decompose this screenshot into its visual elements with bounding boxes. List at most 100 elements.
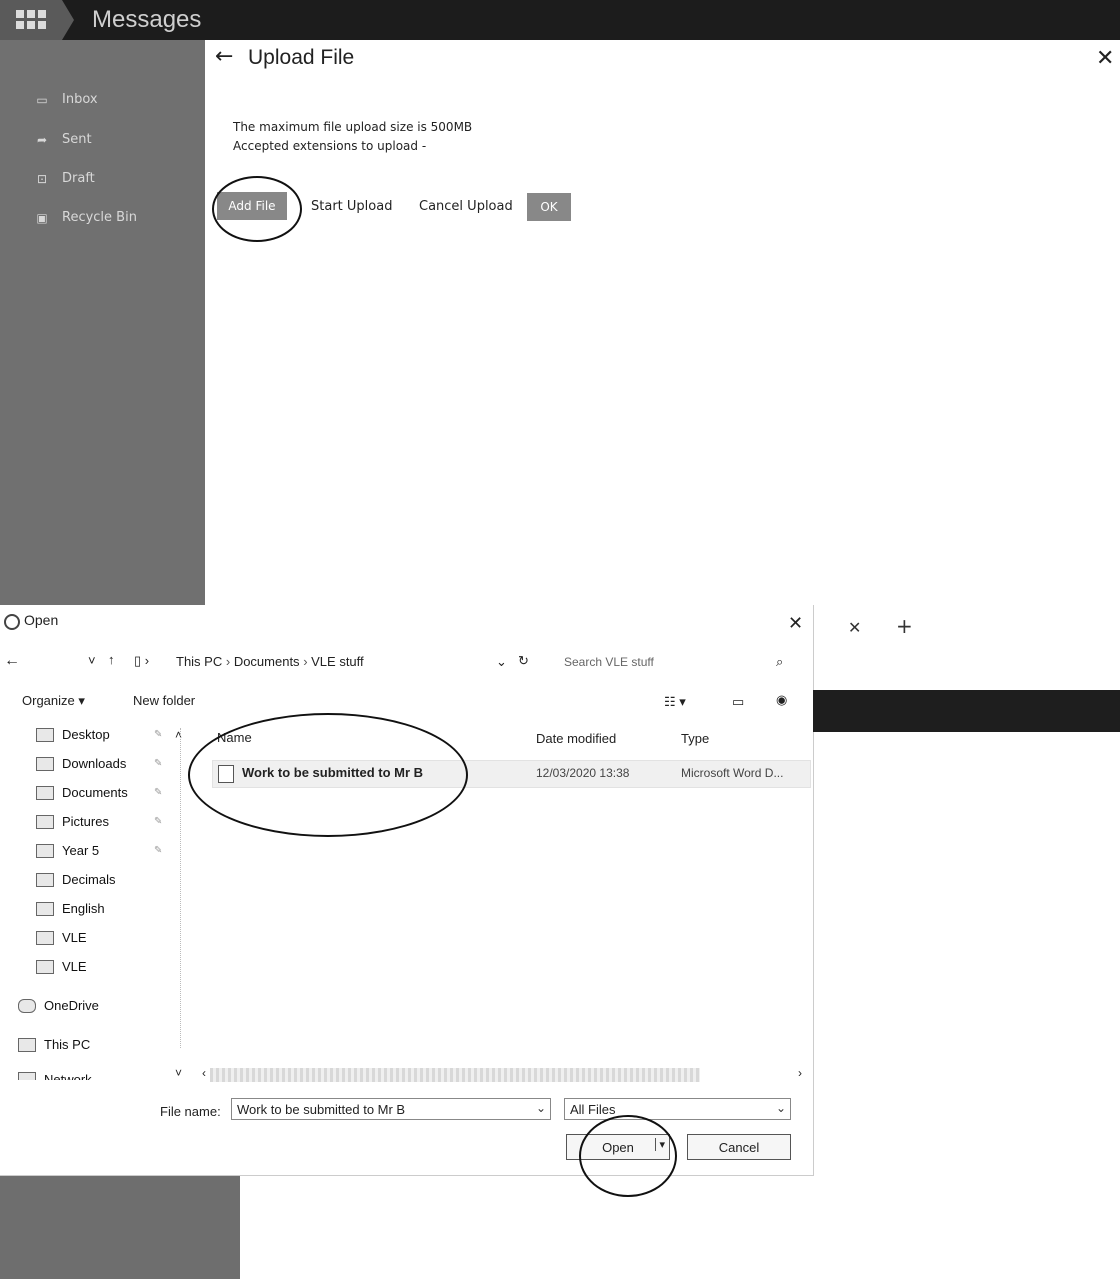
nav-item-label: Pictures <box>62 814 109 829</box>
file-type-select[interactable]: All Files ⌄ <box>564 1098 791 1120</box>
background-page-strip <box>813 690 1120 732</box>
nav-item-decimals[interactable]: Decimals <box>36 872 115 887</box>
ok-button[interactable]: OK <box>527 193 571 221</box>
preview-pane-icon[interactable]: ▭ <box>732 694 744 710</box>
breadcrumb-chevron <box>62 0 74 40</box>
nav-item-label: VLE <box>62 930 87 945</box>
breadcrumb-item[interactable]: This PC <box>176 654 222 669</box>
nav-item-desktop[interactable]: Desktop ✎ <box>36 727 162 742</box>
chrome-icon <box>4 614 20 630</box>
path-dropdown-icon[interactable]: ⌄ <box>496 654 507 670</box>
nav-item-label: This PC <box>44 1037 91 1052</box>
desktop-icon <box>36 727 54 742</box>
nav-item-label: Documents <box>62 785 128 800</box>
nav-item-onedrive[interactable]: OneDrive <box>18 998 99 1013</box>
sidebar-item-recycle-bin[interactable]: ▣ Recycle Bin <box>36 210 137 225</box>
nav-item-vle[interactable]: VLE <box>36 959 87 974</box>
annotation-circle <box>212 176 302 242</box>
file-name-input[interactable]: Work to be submitted to Mr B ⌄ <box>231 1098 551 1120</box>
trash-icon: ▣ <box>36 210 48 225</box>
nav-item-english[interactable]: English <box>36 901 105 916</box>
breadcrumb-item[interactable]: Documents <box>234 654 300 669</box>
dialog-title: Open <box>24 612 59 628</box>
search-input[interactable]: Search VLE stuff <box>564 655 654 669</box>
sidebar-item-label: Recycle Bin <box>62 210 137 225</box>
folder-icon <box>36 959 54 974</box>
annotation-circle <box>188 713 468 837</box>
sidebar-item-label: Sent <box>62 132 92 147</box>
sidebar-item-label: Draft <box>62 171 95 186</box>
refresh-icon[interactable]: ↻ <box>518 653 529 669</box>
nav-item-this-pc[interactable]: This PC <box>18 1037 90 1052</box>
inbox-icon: ▭ <box>36 92 48 107</box>
nav-item-label: Desktop <box>62 727 110 742</box>
app-launcher-button[interactable] <box>0 0 62 40</box>
nav-item-documents[interactable]: Documents ✎ <box>36 785 162 800</box>
sidebar-lower <box>0 1175 240 1279</box>
nav-item-label: VLE <box>62 959 87 974</box>
sidebar-item-inbox[interactable]: ▭ Inbox <box>36 92 98 107</box>
search-icon[interactable]: ⌕ <box>776 654 783 670</box>
help-icon[interactable]: ◉ <box>776 692 787 708</box>
file-type-value: All Files <box>570 1101 616 1117</box>
annotation-circle <box>579 1115 677 1197</box>
pin-icon: ✎ <box>154 845 163 856</box>
nav-item-label: English <box>62 901 105 916</box>
pin-icon: ✎ <box>154 787 163 798</box>
start-upload-button[interactable]: Start Upload <box>311 199 392 214</box>
nav-item-pictures[interactable]: Pictures ✎ <box>36 814 162 829</box>
organize-button[interactable]: Organize ▾ <box>22 693 85 709</box>
file-name-value: Work to be submitted to Mr B <box>237 1101 406 1117</box>
tab-close-icon[interactable]: ✕ <box>848 618 861 637</box>
nav-item-label: Year 5 <box>62 843 100 858</box>
back-arrow-icon[interactable]: ← <box>4 652 20 670</box>
extensions-text: Accepted extensions to upload - <box>233 139 427 153</box>
sidebar: ▭ Inbox ➦ Sent ⊡ Draft ▣ Recycle Bin <box>0 40 205 605</box>
pictures-icon <box>36 814 54 829</box>
up-arrow-icon[interactable]: ↑ <box>108 652 115 667</box>
grid-icon <box>16 10 46 30</box>
breadcrumb[interactable]: This PC › Documents › VLE stuff <box>176 654 364 669</box>
nav-scroll-down-icon[interactable]: ˅ <box>175 1066 182 1080</box>
pin-icon: ✎ <box>154 816 163 827</box>
nav-item-vle[interactable]: VLE <box>36 930 87 945</box>
nav-item-downloads[interactable]: Downloads ✎ <box>36 756 162 771</box>
sent-arrow-icon: ➦ <box>36 132 48 147</box>
documents-icon <box>36 785 54 800</box>
folder-icon <box>36 843 54 858</box>
new-tab-icon[interactable]: + <box>896 614 913 638</box>
sidebar-item-sent[interactable]: ➦ Sent <box>36 132 92 147</box>
cancel-button[interactable]: Cancel <box>687 1134 791 1160</box>
column-header-type[interactable]: Type <box>681 731 709 746</box>
sidebar-item-draft[interactable]: ⊡ Draft <box>36 171 95 186</box>
folder-icon: ▯ › <box>134 653 150 668</box>
chevron-down-icon[interactable]: ⌄ <box>776 1101 786 1115</box>
cancel-upload-button[interactable]: Cancel Upload <box>419 199 513 214</box>
scroll-right-icon[interactable]: › <box>798 1066 802 1080</box>
dialog-close-icon[interactable]: ✕ <box>788 613 803 634</box>
file-date: 12/03/2020 13:38 <box>536 766 630 780</box>
nav-item-network[interactable]: Network <box>18 1072 92 1080</box>
max-size-text: The maximum file upload size is 500MB <box>233 120 473 134</box>
upload-title: Upload File <box>248 46 355 69</box>
folder-icon <box>36 901 54 916</box>
close-icon[interactable]: ✕ <box>1096 46 1114 71</box>
folder-icon <box>36 872 54 887</box>
breadcrumb-item[interactable]: VLE stuff <box>311 654 364 669</box>
recent-dropdown-icon[interactable]: ˅ <box>88 653 96 668</box>
view-options-icon[interactable]: ☷ ▾ <box>664 694 686 710</box>
back-arrow-icon[interactable]: ← <box>215 44 233 69</box>
file-name-label: File name: <box>160 1104 221 1119</box>
sidebar-item-label: Inbox <box>62 92 98 107</box>
horizontal-scrollbar[interactable] <box>210 1068 700 1082</box>
draft-icon: ⊡ <box>36 171 48 186</box>
chevron-down-icon[interactable]: ⌄ <box>536 1101 546 1115</box>
scroll-left-icon[interactable]: ‹ <box>202 1066 206 1080</box>
nav-item-label: Network <box>44 1072 92 1080</box>
computer-icon <box>18 1037 36 1052</box>
nav-item-year-5[interactable]: Year 5 ✎ <box>36 843 162 858</box>
pane-divider[interactable] <box>180 728 181 1048</box>
nav-item-label: OneDrive <box>44 998 99 1013</box>
column-header-date[interactable]: Date modified <box>536 731 616 746</box>
new-folder-button[interactable]: New folder <box>133 693 195 708</box>
